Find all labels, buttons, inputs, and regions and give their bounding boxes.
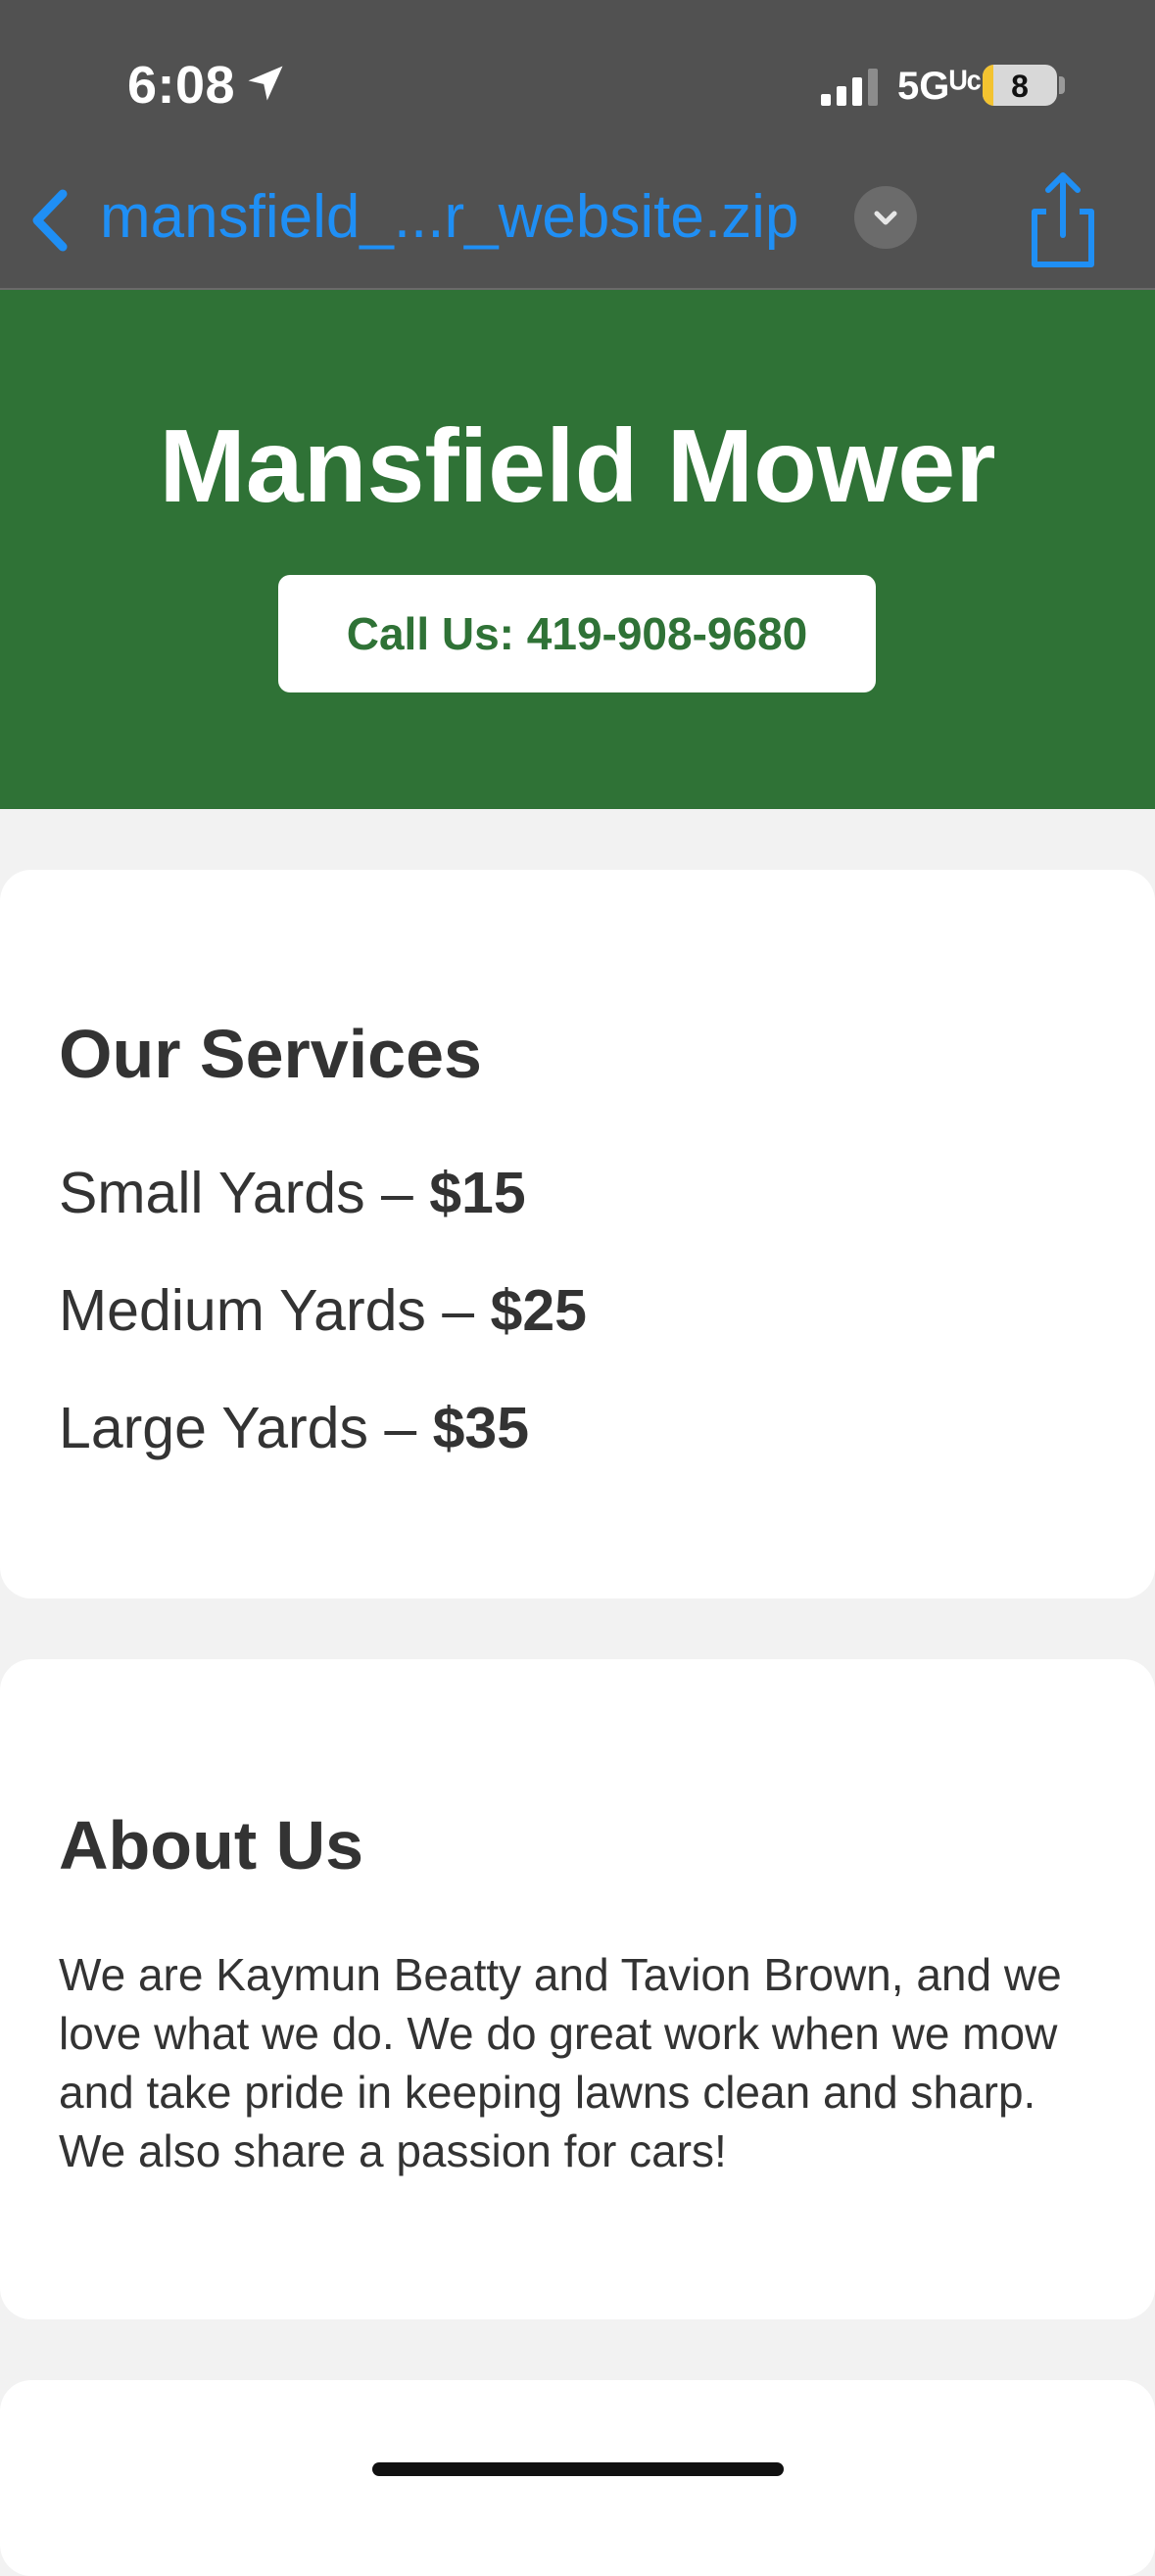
service-name: Large Yards – xyxy=(59,1396,433,1460)
status-bar: 6:08 5Gᵁᶜ 8 xyxy=(0,0,1155,157)
hero-banner: Mansfield Mower Call Us: 419-908-9680 xyxy=(0,290,1155,809)
cellular-signal-icon xyxy=(821,69,878,106)
service-name: Small Yards – xyxy=(59,1161,430,1225)
next-section xyxy=(0,2380,1155,2576)
back-button[interactable] xyxy=(22,176,80,264)
service-price: $15 xyxy=(429,1161,526,1225)
location-arrow-icon xyxy=(248,66,283,101)
service-name: Medium Yards – xyxy=(59,1278,491,1343)
network-type-label: 5Gᵁᶜ xyxy=(897,65,982,108)
title-menu-button[interactable] xyxy=(854,186,917,249)
services-heading: Our Services xyxy=(59,1016,482,1092)
service-item-small-yards: Small Yards – $15 xyxy=(59,1160,526,1226)
file-title[interactable]: mansfield_...r_website.zip xyxy=(100,182,798,252)
status-time: 6:08 xyxy=(127,56,236,115)
about-heading: About Us xyxy=(59,1807,364,1884)
share-button[interactable] xyxy=(1019,168,1107,270)
share-icon xyxy=(1032,172,1094,267)
chevron-left-icon xyxy=(32,189,68,252)
service-price: $25 xyxy=(490,1278,587,1343)
home-indicator[interactable] xyxy=(372,2462,784,2476)
battery-icon: 8 xyxy=(983,65,1057,106)
service-item-large-yards: Large Yards – $35 xyxy=(59,1395,529,1461)
navigation-bar: mansfield_...r_website.zip xyxy=(0,157,1155,290)
services-section: Our Services Small Yards – $15 Medium Ya… xyxy=(0,870,1155,1598)
about-description: We are Kaymun Beatty and Tavion Brown, a… xyxy=(59,1949,1062,2176)
chevron-down-icon xyxy=(874,211,897,225)
service-price: $35 xyxy=(432,1396,530,1460)
call-us-button[interactable]: Call Us: 419-908-9680 xyxy=(278,575,876,692)
site-title: Mansfield Mower xyxy=(159,408,996,524)
battery-cap xyxy=(1059,76,1065,94)
about-section: About Us We are Kaymun Beatty and Tavion… xyxy=(0,1659,1155,2319)
service-item-medium-yards: Medium Yards – $25 xyxy=(59,1277,587,1344)
battery-level: 8 xyxy=(1011,69,1029,104)
